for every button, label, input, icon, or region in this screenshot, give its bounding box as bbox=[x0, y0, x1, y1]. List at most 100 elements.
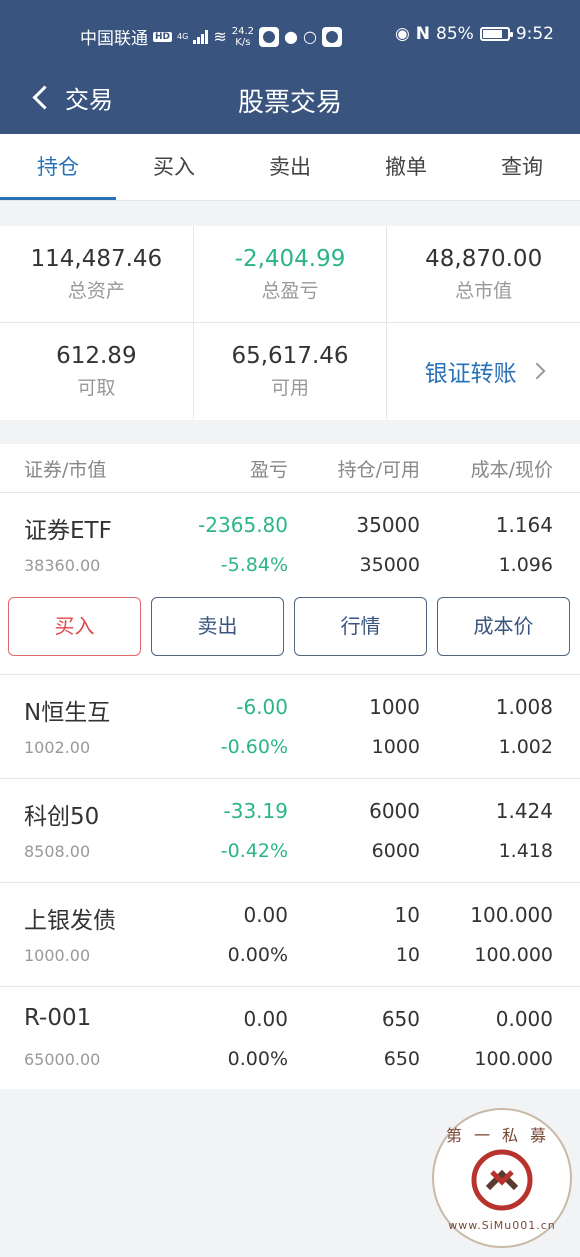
header-cost: 成本/现价 bbox=[470, 458, 553, 481]
market-value: 65000.00 bbox=[24, 1050, 101, 1069]
total-assets-label: 总资产 bbox=[67, 279, 125, 302]
cost-value: 100.000 bbox=[470, 903, 553, 927]
status-left: 中国联通 HD 4G ≋ 24.2 K/s ● ○ bbox=[80, 24, 342, 49]
available-value: 650 bbox=[383, 1048, 420, 1070]
battery-percent: 85% bbox=[436, 24, 474, 44]
eye-icon: ◉ bbox=[394, 24, 410, 44]
tab-buy[interactable]: 买入 bbox=[116, 134, 232, 200]
holding-value: 6000 bbox=[369, 799, 420, 823]
security-name: 科创50 bbox=[24, 804, 100, 830]
summary-row: 612.89 可取 65,617.46 可用 银证转账 bbox=[0, 323, 580, 419]
pnl-percent: 0.00% bbox=[227, 1048, 288, 1070]
table-row[interactable]: N恒生互 -6.00 1000 1.008 1002.00 -0.60% 100… bbox=[0, 675, 580, 779]
status-bar: 中国联通 HD 4G ≋ 24.2 K/s ● ○ ◉ N 85% 9:52 bbox=[0, 0, 580, 72]
cost-value: 1.424 bbox=[495, 799, 553, 823]
available-label: 可用 bbox=[271, 376, 310, 399]
battery-icon bbox=[479, 27, 513, 41]
available-value: 65,617.46 bbox=[231, 342, 349, 369]
cost-value: 1.008 bbox=[495, 695, 553, 719]
holding-value: 1000 bbox=[369, 695, 420, 719]
withdrawable-value: 612.89 bbox=[56, 342, 137, 369]
withdrawable: 612.89 可取 bbox=[0, 323, 194, 419]
available-value: 35000 bbox=[359, 554, 420, 576]
total-pnl: -2,404.99 总盈亏 bbox=[194, 226, 388, 322]
positions-table: 证券/市值 盈亏 持仓/可用 成本/现价 证券ETF -2365.80 3500… bbox=[0, 444, 580, 1089]
available-value: 10 bbox=[395, 944, 420, 966]
buy-button[interactable]: 买入 bbox=[8, 597, 141, 656]
watermark-url: www.SiMu001.cn bbox=[448, 1219, 556, 1232]
status-right: ◉ N 85% 9:52 bbox=[395, 24, 554, 44]
market-value: 38360.00 bbox=[24, 556, 101, 575]
tab-query[interactable]: 查询 bbox=[464, 134, 580, 200]
market-value-value: 48,870.00 bbox=[425, 245, 543, 272]
security-name: 上银发债 bbox=[24, 908, 116, 934]
header-pnl: 盈亏 bbox=[249, 458, 288, 481]
pnl-value: -33.19 bbox=[223, 799, 288, 823]
holding-value: 10 bbox=[394, 903, 420, 927]
price-value: 1.418 bbox=[498, 840, 553, 862]
nav-bar: 交易 股票交易 bbox=[0, 72, 580, 134]
pnl-percent: -0.60% bbox=[220, 736, 288, 758]
security-name: N恒生互 bbox=[24, 700, 111, 726]
app-icon bbox=[321, 26, 342, 47]
market-value: 8508.00 bbox=[24, 842, 91, 861]
holding-value: 650 bbox=[381, 1007, 420, 1031]
page-title: 股票交易 bbox=[237, 88, 342, 118]
market-value: 1000.00 bbox=[24, 946, 91, 965]
available-value: 1000 bbox=[371, 736, 420, 758]
speed-unit: K/s bbox=[235, 36, 251, 48]
table-row[interactable]: 证券ETF -2365.80 35000 1.164 38360.00 -5.8… bbox=[0, 493, 580, 675]
total-assets-value: 114,487.46 bbox=[30, 245, 163, 272]
carrier-name: 中国联通 bbox=[80, 29, 148, 49]
available-funds: 65,617.46 可用 bbox=[194, 323, 388, 419]
network-type: 4G bbox=[177, 31, 189, 41]
market-value-label: 总市值 bbox=[455, 279, 513, 302]
account-summary: 114,487.46 总资产 -2,404.99 总盈亏 48,870.00 总… bbox=[0, 226, 580, 420]
chevron-right-icon bbox=[528, 362, 546, 380]
pnl-value: -6.00 bbox=[236, 695, 288, 719]
network-speed: 24.2 K/s bbox=[232, 26, 254, 48]
bank-transfer-button[interactable]: 银证转账 bbox=[387, 323, 580, 419]
total-assets: 114,487.46 总资产 bbox=[0, 226, 194, 322]
header-security: 证券/市值 bbox=[24, 458, 107, 481]
app-header: 中国联通 HD 4G ≋ 24.2 K/s ● ○ ◉ N 85% 9:52 交… bbox=[0, 0, 580, 134]
price-value: 100.000 bbox=[474, 1048, 553, 1070]
hd-badge: HD bbox=[153, 31, 173, 42]
price-value: 100.000 bbox=[474, 944, 553, 966]
speed-value: 24.2 bbox=[231, 25, 254, 37]
pnl-percent: -5.84% bbox=[220, 554, 288, 576]
watermark-top-text: 第一私募 bbox=[445, 1126, 558, 1145]
table-header: 证券/市值 盈亏 持仓/可用 成本/现价 bbox=[0, 444, 580, 493]
tab-cancel-order[interactable]: 撤单 bbox=[348, 134, 464, 200]
pnl-percent: -0.42% bbox=[220, 840, 288, 862]
pnl-value: 0.00 bbox=[243, 903, 288, 927]
table-row[interactable]: 科创50 -33.19 6000 1.424 8508.00 -0.42% 60… bbox=[0, 779, 580, 883]
price-value: 1.096 bbox=[498, 554, 553, 576]
total-pnl-label: 总盈亏 bbox=[261, 279, 319, 302]
market-value: 48,870.00 总市值 bbox=[387, 226, 580, 322]
withdrawable-label: 可取 bbox=[77, 376, 116, 399]
market-value: 1002.00 bbox=[24, 738, 91, 757]
summary-row: 114,487.46 总资产 -2,404.99 总盈亏 48,870.00 总… bbox=[0, 226, 580, 323]
available-value: 6000 bbox=[371, 840, 420, 862]
signal-icon bbox=[193, 29, 209, 44]
price-value: 1.002 bbox=[498, 736, 553, 758]
quote-button[interactable]: 行情 bbox=[294, 597, 427, 656]
table-row[interactable]: R-001 0.00 650 0.000 65000.00 0.00% 650 … bbox=[0, 987, 580, 1090]
holding-value: 35000 bbox=[356, 513, 420, 537]
nfc-icon: N bbox=[415, 24, 431, 44]
clock: 9:52 bbox=[515, 24, 554, 44]
tab-sell[interactable]: 卖出 bbox=[232, 134, 348, 200]
tab-holdings[interactable]: 持仓 bbox=[0, 134, 116, 200]
tab-bar: 持仓 买入 卖出 撤单 查询 bbox=[0, 134, 580, 201]
table-row[interactable]: 上银发债 0.00 10 100.000 1000.00 0.00% 10 10… bbox=[0, 883, 580, 987]
pnl-percent: 0.00% bbox=[227, 944, 288, 966]
app-icon bbox=[258, 26, 279, 47]
cost-price-button[interactable]: 成本价 bbox=[437, 597, 570, 656]
sell-button[interactable]: 卖出 bbox=[151, 597, 284, 656]
cost-value: 0.000 bbox=[495, 1007, 553, 1031]
pnl-value: -2365.80 bbox=[198, 513, 288, 537]
wifi-icon: ≋ bbox=[213, 27, 227, 46]
logo-icon bbox=[471, 1149, 533, 1211]
qq-outline-icon: ○ bbox=[302, 27, 317, 46]
